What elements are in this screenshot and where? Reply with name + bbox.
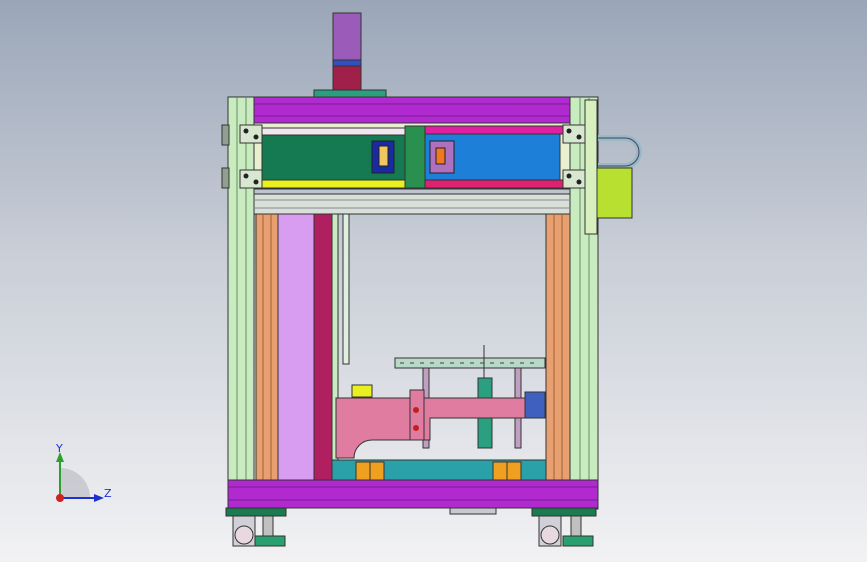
cad-viewport[interactable]: Y Z [0,0,867,562]
orientation-triad[interactable]: Y Z [48,440,118,510]
bottom-rail [331,459,547,481]
right-caster [531,507,597,547]
middle-beam [253,193,571,215]
left-caster [225,507,287,547]
pink-gantry[interactable] [335,384,546,459]
top-beam [253,96,571,124]
inner-uprights [255,213,571,483]
cable-chain[interactable] [584,99,642,235]
top-motor[interactable] [313,12,387,99]
z-axis-label: Z [104,487,112,500]
linear-module[interactable] [253,122,571,190]
machine-assembly-drawing[interactable] [0,0,867,562]
y-axis-label: Y [55,442,63,455]
